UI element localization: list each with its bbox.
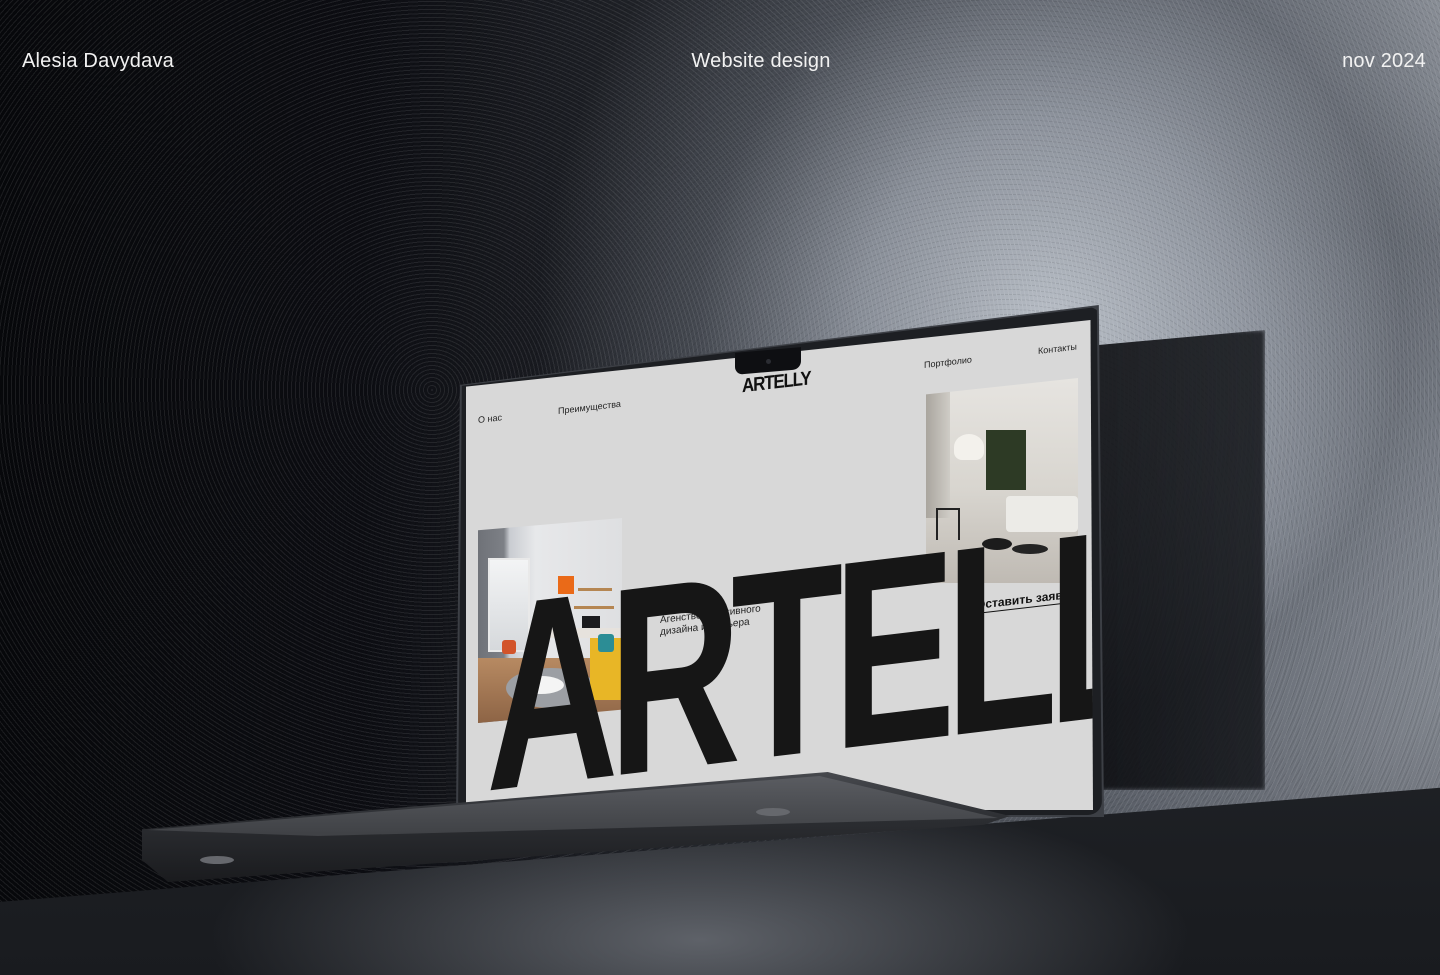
project-date: nov 2024 (1342, 50, 1426, 72)
project-title: Website design (691, 50, 831, 72)
laptop-foot (200, 856, 234, 864)
big-logo-clip: ARTELLY (466, 320, 1093, 800)
laptop-foot (756, 808, 790, 816)
hero-big-logo: ARTELLY (486, 458, 1093, 800)
